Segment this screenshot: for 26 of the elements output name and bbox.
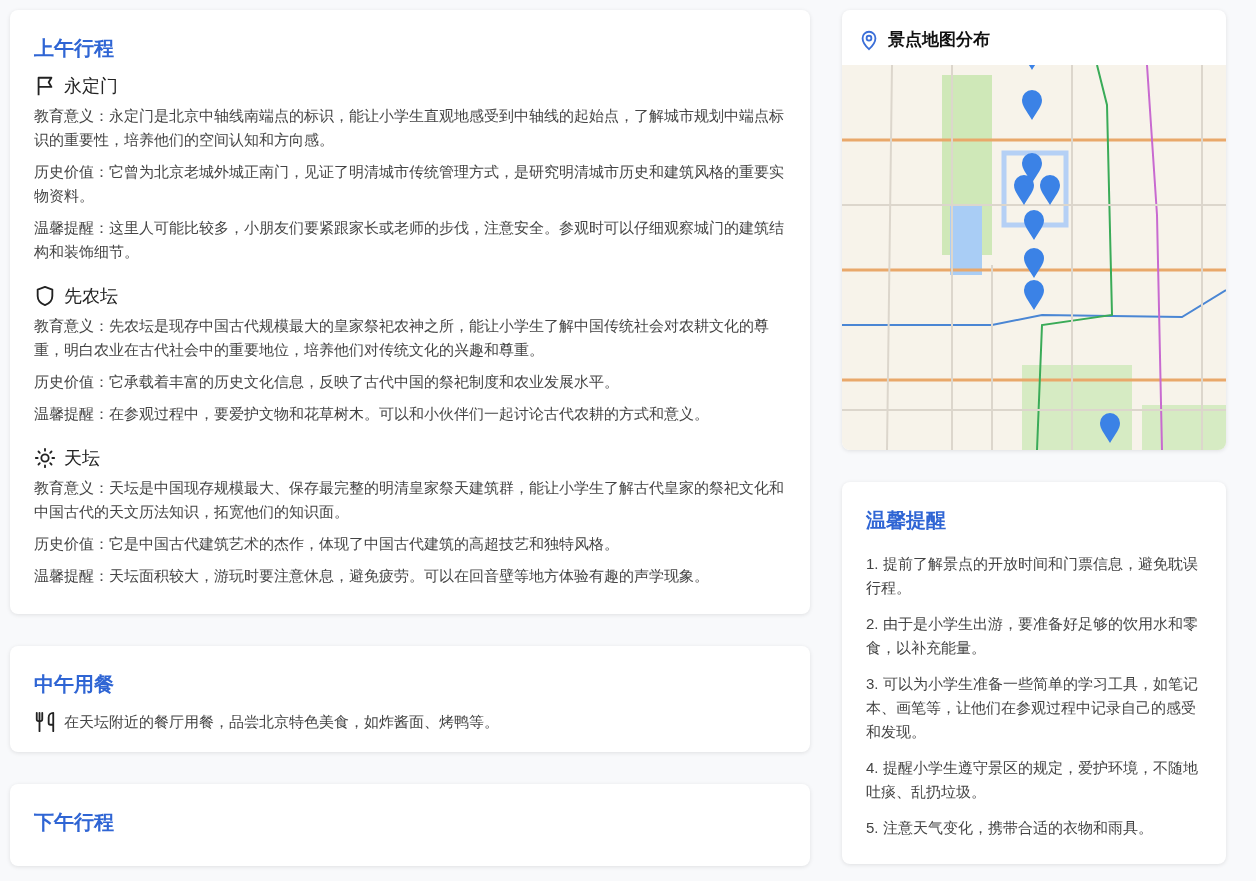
- lunch-description: 在天坛附近的餐厅用餐，品尝北京特色美食，如炸酱面、烤鸭等。: [64, 712, 499, 732]
- tip-item: 5. 注意天气变化，携带合适的衣物和雨具。: [866, 818, 1154, 838]
- utensils-icon: [34, 711, 56, 733]
- spot-description: 教育意义：先农坛是现存中国古代规模最大的皇家祭祀农神之所，能让小学生了解中国传统社会对农耕文化的尊重，明白农业在古代社会中的重要地位，培养他们对传统文化的兴趣和尊重。: [34, 316, 770, 360]
- section-title: 中午用餐: [34, 672, 115, 697]
- spot-description: 历史价值：它曾为北京老城外城正南门，见证了明清城市传统管理方式，是研究明清城市历史和建筑风格的重要实物资料。: [34, 162, 785, 206]
- spot-description: 温馨提醒：天坛面积较大，游玩时要注意休息，避免疲劳。可以在回音壁等地方体验有趣的声学现象。: [34, 566, 710, 586]
- section-title: 下午行程: [34, 810, 115, 835]
- map-title: 景点地图分布: [888, 29, 990, 51]
- sun-icon: [34, 447, 56, 469]
- tip-item: 4. 提醒小学生遵守景区的规定，爱护环境，不随地吐痰、乱扔垃圾。: [866, 758, 1199, 802]
- shield-icon: [34, 285, 56, 307]
- spot-description: 温馨提醒：这里人可能比较多，小朋友们要紧跟家长或老师的步伐，注意安全。参观时可以仔细观察城门的建筑结构和装饰细节。: [34, 218, 785, 262]
- spot-description: 教育意义：永定门是北京中轴线南端点的标识，能让小学生直观地感受到中轴线的起始点，了解城市规划中端点标识的重要性，培养他们的空间认知和方向感。: [34, 106, 785, 150]
- section-title: 上午行程: [34, 36, 115, 61]
- tip-item: 2. 由于是小学生出游，要准备好足够的饮用水和零食，以补充能量。: [866, 614, 1199, 658]
- section-title: 温馨提醒: [866, 508, 947, 533]
- spot-name: 永定门: [64, 75, 118, 98]
- spot-description: 教育意义：天坛是中国现存规模最大、保存最完整的明清皇家祭天建筑群，能让小学生了解古代皇家的祭祀文化和中国古代的天文历法知识，拓宽他们的知识面。: [34, 478, 785, 522]
- spot-name: 先农坛: [64, 285, 118, 308]
- spot-description: 历史价值：它承载着丰富的历史文化信息，反映了古代中国的祭祀制度和农业发展水平。: [34, 372, 620, 392]
- spot-name: 天坛: [64, 447, 100, 470]
- spot-description: 温馨提醒：在参观过程中，要爱护文物和花草树木。可以和小伙伴们一起讨论古代农耕的方式和意义。: [34, 404, 710, 424]
- spot-description: 历史价值：它是中国古代建筑艺术的杰作，体现了中国古代建筑的高超技艺和独特风格。: [34, 534, 620, 554]
- tip-item: 3. 可以为小学生准备一些简单的学习工具，如笔记本、画笔等，让他们在参观过程中记录自己的感受和发现。: [866, 674, 1199, 742]
- tip-item: 1. 提前了解景点的开放时间和门票信息，避免耽误行程。: [866, 554, 1199, 598]
